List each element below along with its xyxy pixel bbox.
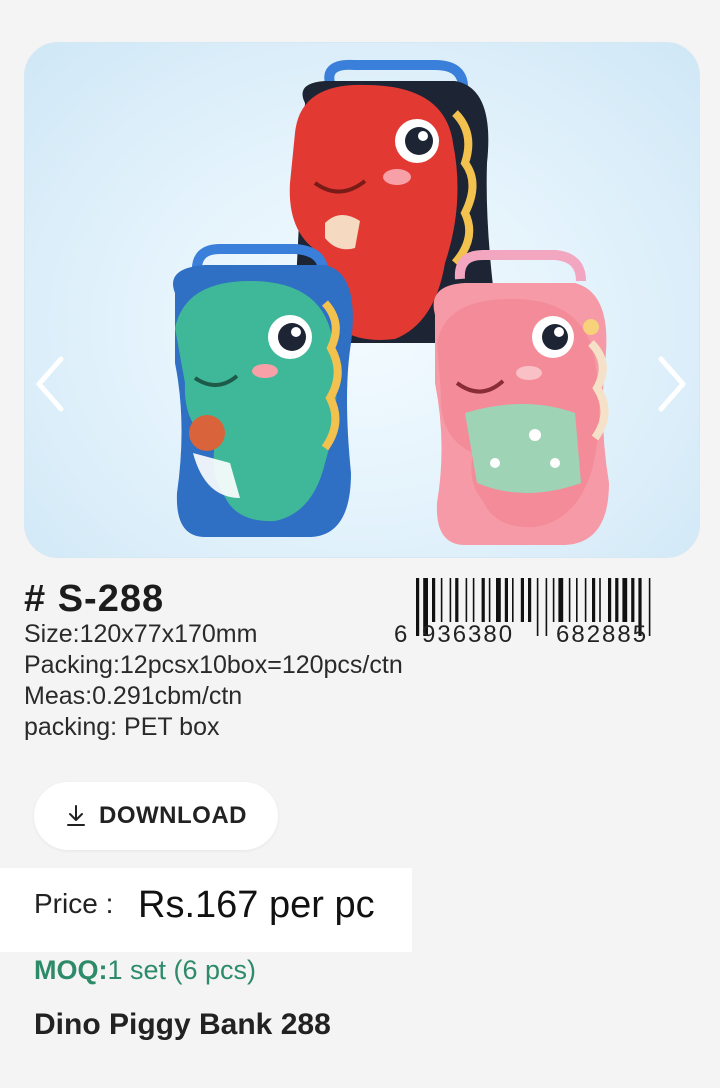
moq-label: MOQ:	[34, 955, 108, 985]
price-label: Price :	[34, 888, 114, 919]
product-image-gallery[interactable]	[24, 42, 700, 558]
barcode-left-group: 936380	[422, 621, 514, 646]
chevron-left-icon[interactable]	[29, 351, 69, 417]
moq: MOQ:1 set (6 pcs)	[34, 955, 256, 986]
barcode-right-group: 682885	[556, 621, 648, 646]
spec-meas: Meas:0.291cbm/ctn	[24, 682, 243, 710]
download-icon	[67, 805, 85, 826]
pink-dino-tin	[433, 250, 609, 545]
moq-value: 1 set (6 pcs)	[107, 955, 257, 985]
download-button[interactable]: DOWNLOAD	[34, 782, 278, 850]
green-dino-tin	[173, 244, 353, 537]
spec-packing-type: packing: PET box	[24, 713, 220, 741]
product-image	[173, 59, 609, 545]
spec-size: Size:120x77x170mm	[24, 620, 258, 648]
spec-packing: Packing:12pcsx10box=120pcs/ctn	[24, 651, 403, 679]
chevron-right-icon[interactable]	[653, 351, 693, 417]
price-value: Rs.167 per pc	[138, 884, 375, 926]
product-name: Dino Piggy Bank 288	[34, 1008, 331, 1041]
barcode: 6 936380 682885	[394, 578, 651, 646]
download-label: DOWNLOAD	[99, 802, 247, 829]
product-code: # S-288	[24, 578, 165, 620]
barcode-first-digit: 6	[394, 621, 407, 646]
